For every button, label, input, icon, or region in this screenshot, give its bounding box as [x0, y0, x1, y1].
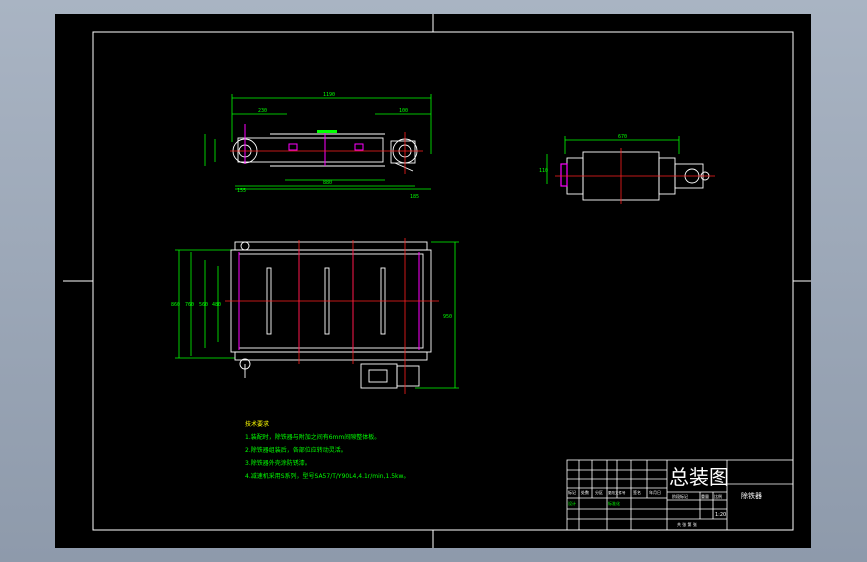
dim-plan-right: 950 — [443, 314, 452, 320]
tb-count: 处数 — [581, 489, 589, 495]
dim-plan-2: 760 — [185, 302, 194, 308]
stage-label: 阶段标记 — [672, 493, 688, 499]
plan-view: 860 760 560 480 950 — [171, 238, 459, 394]
tb-zone: 分区 — [595, 489, 603, 495]
technical-requirements: 技术要求 1.装配时，除铁器与附加之间有6mm间隙整体板。 2.除铁器组装后，各… — [245, 420, 409, 480]
tech-req-item-4: 4.减速机采用S系列，型号SA57/T/Y90L4,4.1r/min,1.5kw… — [245, 472, 409, 480]
nameplate-marker — [317, 130, 337, 133]
tech-req-heading: 技术要求 — [245, 420, 269, 428]
front-view: 1190 230 100 880 155 185 — [204, 92, 432, 200]
tb-designer: 设计 — [568, 500, 576, 506]
tb-standardize: 标准化 — [608, 500, 620, 506]
tb-mark: 标记 — [568, 489, 576, 495]
side-view: 670 110 — [539, 134, 715, 204]
dim-plan-3: 560 — [199, 302, 208, 308]
dim-bottom-right: 185 — [410, 194, 419, 200]
sheet-label: 共 张 第 张 — [677, 521, 697, 527]
dim-side-overall: 670 — [618, 134, 627, 140]
weight-label: 重量 — [701, 493, 709, 499]
drawing-sheet: 1190 230 100 880 155 185 670 110 860 760… — [55, 14, 811, 548]
dim-top-overall: 1190 — [323, 92, 335, 98]
cad-drawing: 1190 230 100 880 155 185 670 110 860 760… — [63, 14, 811, 548]
scale-label: 比例 — [714, 493, 722, 499]
tb-sign: 签名 — [633, 489, 641, 495]
tech-req-item-3: 3.除铁器外壳涂防锈漆。 — [245, 459, 311, 467]
dim-plan-4: 480 — [212, 302, 221, 308]
dim-plan-1: 860 — [171, 302, 180, 308]
dim-top-left: 230 — [258, 108, 267, 114]
part-name: 除铁器 — [741, 491, 762, 500]
tech-req-item-1: 1.装配时，除铁器与附加之间有6mm间隙整体板。 — [245, 433, 380, 441]
dim-side-height: 110 — [539, 168, 548, 174]
dim-bottom-left: 155 — [237, 188, 246, 194]
tb-date: 年月日 — [649, 489, 661, 495]
drawing-title: 总装图 — [669, 465, 729, 489]
scale-value: 1:20 — [715, 512, 726, 518]
dim-top-right: 100 — [399, 108, 408, 114]
tech-req-item-2: 2.除铁器组装后，各部位应转动灵活。 — [245, 446, 347, 454]
tb-change-doc: 更改文件号 — [608, 490, 626, 495]
inner-frame — [92, 31, 794, 531]
dim-bottom-span: 880 — [323, 180, 332, 186]
